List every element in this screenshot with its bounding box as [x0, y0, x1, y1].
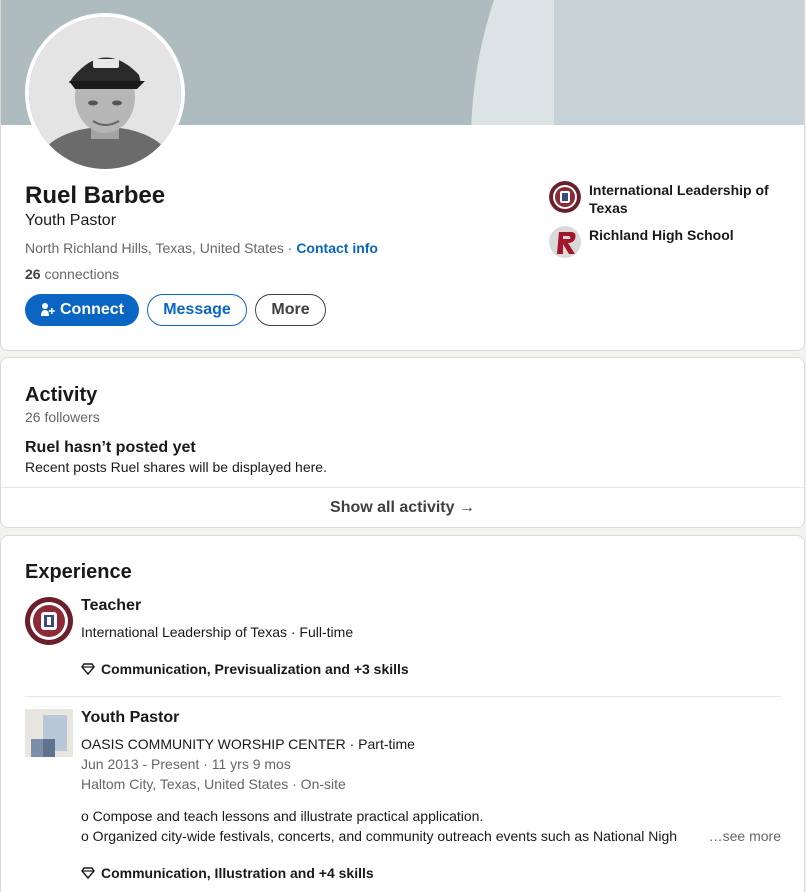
connections-count[interactable]: 26 connections: [25, 266, 119, 282]
experience-item-youth-pastor: Youth Pastor OASIS COMMUNITY WORSHIP CEN…: [25, 709, 781, 892]
experience-description-line: o Organized city-wide festivals, concert…: [81, 828, 678, 844]
activity-card: Activity 26 followers Ruel hasn’t posted…: [0, 357, 805, 528]
location-separator: ·: [283, 240, 297, 256]
experience-item-teacher: Teacher International Leadership of Texa…: [25, 597, 781, 687]
ilt-logo-icon: [549, 181, 581, 213]
location-text: North Richland Hills, Texas, United Stat…: [25, 240, 284, 256]
experience-skills[interactable]: Communication, Illustration and +4 skill…: [81, 865, 374, 881]
activity-title: Activity: [25, 384, 98, 406]
message-button[interactable]: Message: [147, 294, 247, 326]
experience-skills-label: Communication, Illustration and +4 skill…: [101, 865, 374, 881]
profile-name: Ruel Barbee: [25, 182, 166, 209]
richland-logo-icon: [549, 226, 581, 258]
company-placeholder-icon[interactable]: [25, 709, 73, 757]
experience-dates: Jun 2013 - Present · 11 yrs 9 mos: [81, 756, 291, 772]
connections-number: 26: [25, 266, 41, 282]
connections-label: connections: [40, 266, 120, 282]
avatar[interactable]: [25, 13, 185, 173]
experience-divider: [25, 696, 781, 697]
see-more-button[interactable]: …see more: [702, 828, 781, 844]
experience-company: OASIS COMMUNITY WORSHIP CENTER · Part-ti…: [81, 736, 415, 752]
experience-title-teacher[interactable]: Teacher: [81, 597, 141, 615]
ilt-logo-icon[interactable]: [25, 597, 73, 645]
followers-count: 26 followers: [25, 409, 100, 425]
org-ilt[interactable]: International Leadership of Texas: [549, 181, 779, 217]
org-ilt-label: International Leadership of Texas: [589, 182, 769, 216]
profile-location: North Richland Hills, Texas, United Stat…: [25, 240, 378, 256]
org-richland-label: Richland High School: [589, 227, 734, 243]
contact-info-link[interactable]: Contact info: [296, 240, 378, 256]
experience-skills-label: Communication, Previsualization and +3 s…: [101, 661, 409, 677]
no-posts-subtitle: Recent posts Ruel shares will be display…: [25, 459, 327, 475]
experience-skills[interactable]: Communication, Previsualization and +3 s…: [81, 661, 409, 677]
diamond-icon: [81, 663, 95, 676]
connect-button[interactable]: Connect: [25, 294, 139, 326]
experience-description-line: o Compose and teach lessons and illustra…: [81, 808, 484, 824]
org-richland[interactable]: Richland High School: [549, 226, 779, 258]
profile-headline: Youth Pastor: [25, 212, 117, 229]
experience-title: Experience: [25, 561, 132, 583]
experience-location: Haltom City, Texas, United States · On-s…: [81, 776, 346, 792]
experience-card: Experience Teacher International Leaders…: [0, 535, 805, 892]
connect-label: Connect: [60, 301, 124, 318]
show-all-activity-button[interactable]: Show all activity →: [1, 487, 804, 527]
experience-title-youth-pastor[interactable]: Youth Pastor: [81, 709, 179, 727]
experience-company: International Leadership of Texas · Full…: [81, 624, 354, 640]
diamond-icon: [81, 867, 95, 880]
no-posts-title: Ruel hasn’t posted yet: [25, 439, 196, 456]
add-person-icon: [41, 303, 55, 316]
profile-card: Ruel Barbee Youth Pastor North Richland …: [0, 0, 805, 351]
more-button[interactable]: More: [255, 294, 326, 326]
